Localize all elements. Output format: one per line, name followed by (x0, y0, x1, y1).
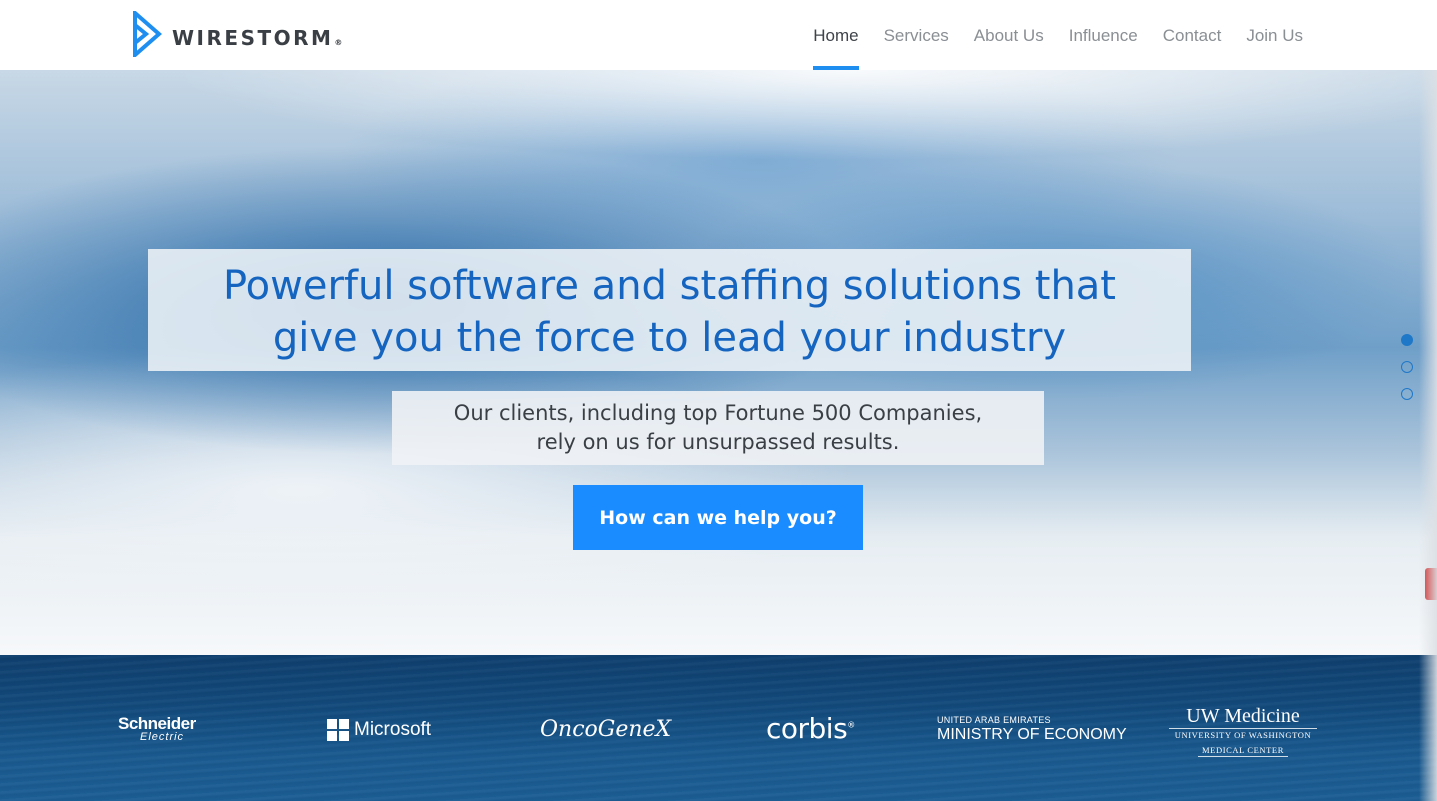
client-logos-strip: Schneider Electric Microsoft OncoGeneX c… (0, 655, 1437, 801)
hero-headline-line-2: give you the force to lead your industry (272, 315, 1067, 361)
brand-name: WIRESTORM (172, 26, 334, 50)
nav-influence[interactable]: Influence (1069, 0, 1138, 70)
hero-subheadline-line-1: Our clients, including top Fortune 500 C… (453, 401, 983, 425)
microsoft-windows-icon (327, 719, 349, 741)
hero-section: Powerful software and staffing solutions… (0, 70, 1437, 801)
side-widget-tab[interactable] (1425, 568, 1437, 600)
schneider-sub: Electric (140, 731, 185, 743)
nav-home[interactable]: Home (813, 0, 859, 70)
main-nav: Home Services About Us Influence Contact… (788, 0, 1303, 70)
oncogenex-logo: OncoGeneX (540, 717, 672, 742)
nav-contact[interactable]: Contact (1163, 0, 1222, 70)
schneider-electric-logo: Schneider Electric (118, 715, 196, 743)
site-header: WIRESTORM® Home Services About Us Influe… (0, 0, 1437, 70)
wirestorm-logo[interactable]: WIRESTORM® (132, 10, 342, 58)
wirestorm-mark-icon (133, 11, 162, 57)
brand-reg-mark: ® (334, 38, 343, 47)
slide-dot-1[interactable] (1401, 334, 1413, 346)
logo-text: WIRESTORM® (172, 26, 342, 50)
uae-line-2: MINISTRY OF ECONOMY (937, 726, 1127, 743)
slide-pagination (1401, 334, 1413, 415)
corbis-reg-mark: ® (847, 720, 855, 730)
uae-ministry-logo: UNITED ARAB EMIRATES MINISTRY OF ECONOMY (937, 715, 1127, 745)
nav-join-us[interactable]: Join Us (1246, 0, 1303, 70)
help-cta-button[interactable]: How can we help you? (573, 485, 863, 550)
microsoft-name: Microsoft (354, 719, 432, 740)
corbis-name: corbis (766, 712, 848, 745)
hero-headline: Powerful software and staffing solutions… (148, 260, 1191, 364)
uw-line-1: UW Medicine (1169, 705, 1317, 729)
uw-line-3: MEDICAL CENTER (1198, 745, 1288, 757)
slide-dot-2[interactable] (1401, 361, 1413, 373)
nav-services[interactable]: Services (884, 0, 949, 70)
uae-line-1: UNITED ARAB EMIRATES (937, 715, 1051, 725)
microsoft-logo: Microsoft (327, 719, 431, 741)
uw-line-2: UNIVERSITY OF WASHINGTON (1174, 730, 1312, 740)
hero-subheadline: Our clients, including top Fortune 500 C… (392, 399, 1044, 457)
corbis-logo: corbis® (766, 712, 855, 745)
nav-about-us[interactable]: About Us (974, 0, 1044, 70)
subheadline-box: Our clients, including top Fortune 500 C… (392, 391, 1044, 465)
uw-medicine-logo: UW Medicine UNIVERSITY OF WASHINGTON MED… (1169, 705, 1317, 758)
slide-dot-3[interactable] (1401, 388, 1413, 400)
headline-box: Powerful software and staffing solutions… (148, 249, 1191, 371)
hero-headline-line-1: Powerful software and staffing solutions… (222, 263, 1116, 309)
hero-subheadline-line-2: rely on us for unsurpassed results. (536, 430, 900, 454)
